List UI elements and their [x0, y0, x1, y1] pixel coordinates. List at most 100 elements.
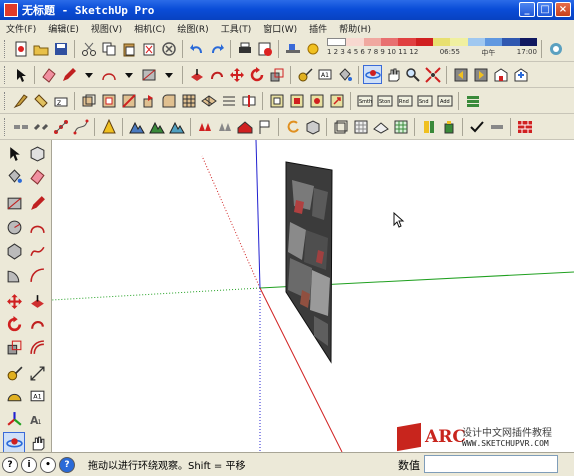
user-icon[interactable]: • — [40, 456, 56, 473]
share-model-icon[interactable] — [511, 65, 530, 84]
3d-warehouse-icon[interactable] — [546, 39, 565, 58]
terrain-stamp-icon[interactable] — [147, 117, 166, 136]
curve-tool-icon[interactable] — [283, 117, 302, 136]
grid-box-icon[interactable] — [351, 117, 370, 136]
link-tool-icon[interactable] — [31, 117, 50, 136]
menu-file[interactable]: 文件(F) — [6, 22, 36, 35]
menu-edit[interactable]: 编辑(E) — [48, 22, 79, 35]
rotate-tool-icon[interactable] — [247, 65, 266, 84]
tape-measure-icon[interactable] — [3, 362, 25, 384]
zoom-extents-icon[interactable] — [423, 65, 442, 84]
open-folder-icon[interactable] — [31, 39, 50, 58]
points-tool-icon[interactable] — [51, 117, 70, 136]
menu-draw[interactable]: 绘图(R) — [177, 22, 208, 35]
frame-arrow-icon[interactable] — [327, 91, 346, 110]
arc-tool-icon[interactable] — [99, 65, 118, 84]
previous-view-icon[interactable] — [451, 65, 470, 84]
curve-points-icon[interactable] — [71, 117, 90, 136]
layers-icon[interactable] — [463, 91, 482, 110]
offset-tool-icon[interactable] — [26, 336, 48, 358]
scale-tool-icon[interactable] — [3, 336, 25, 358]
paint-bucket-icon[interactable] — [335, 65, 354, 84]
wireframe-box-icon[interactable] — [331, 117, 350, 136]
cone-tool-icon[interactable] — [99, 117, 118, 136]
circle-tool-icon[interactable] — [3, 216, 25, 238]
save-icon[interactable] — [51, 39, 70, 58]
stone-button-icon[interactable]: Ston — [375, 91, 394, 110]
eraser-tool-icon[interactable] — [39, 65, 58, 84]
close-button[interactable]: × — [555, 2, 571, 17]
toolbar-grip[interactable] — [4, 39, 7, 58]
grid-tool-icon[interactable] — [179, 91, 198, 110]
3d-text-tool-icon[interactable]: A1 — [26, 408, 48, 430]
menu-plugins[interactable]: 插件 — [309, 22, 327, 35]
grid-surface-icon[interactable] — [371, 117, 390, 136]
flag-tool-icon[interactable] — [255, 117, 274, 136]
smooth-button-icon[interactable]: Smth — [355, 91, 374, 110]
add-button-icon[interactable]: Add — [435, 91, 454, 110]
push-pull-tool-icon[interactable] — [26, 290, 48, 312]
rectangle-tool-icon[interactable] — [3, 192, 25, 214]
scale-tool-icon[interactable] — [267, 65, 286, 84]
select-tool-icon[interactable] — [3, 142, 25, 164]
zoom-tool-icon[interactable] — [403, 65, 422, 84]
check-icon[interactable] — [467, 117, 486, 136]
material-tool-icon[interactable] — [419, 117, 438, 136]
frame-red-icon[interactable] — [287, 91, 306, 110]
follow-me-tool-icon[interactable] — [207, 65, 226, 84]
polygon-tool-icon[interactable] — [3, 240, 25, 262]
dropdown-arrow-icon[interactable] — [159, 65, 178, 84]
protractor-tool-icon[interactable] — [3, 385, 25, 407]
lines-tool-icon[interactable] — [219, 91, 238, 110]
text-tool-icon[interactable]: A1 — [26, 385, 48, 407]
cube-tool-icon[interactable] — [303, 117, 322, 136]
roof-tool-icon[interactable] — [235, 117, 254, 136]
next-view-icon[interactable] — [471, 65, 490, 84]
modeling-viewport[interactable]: ARC 设计中文网插件教程 WWW.SKETCHUPVR.COM — [52, 140, 574, 452]
credits-icon[interactable]: i — [21, 456, 37, 473]
arc-tool-icon[interactable] — [26, 216, 48, 238]
curve-tool-icon[interactable] — [26, 264, 48, 286]
shadow-settings-icon[interactable] — [303, 39, 322, 58]
menu-tools[interactable]: 工具(T) — [221, 22, 252, 35]
cut-icon[interactable] — [79, 39, 98, 58]
label-tool-icon[interactable]: Z — [51, 91, 70, 110]
push-pull-tool-icon[interactable] — [187, 65, 206, 84]
sand-button-icon[interactable]: Snd — [415, 91, 434, 110]
print-icon[interactable] — [235, 39, 254, 58]
get-models-icon[interactable] — [491, 65, 510, 84]
rectangle-tool-icon[interactable] — [139, 65, 158, 84]
sun-date-time-slider[interactable]: 1 2 3 4 5 6 7 8 9 10 11 12 06:55 中午 17:0… — [327, 37, 537, 60]
menu-window[interactable]: 窗口(W) — [263, 22, 297, 35]
dropdown-arrow-icon[interactable] — [79, 65, 98, 84]
copy-icon[interactable] — [99, 39, 118, 58]
menu-help[interactable]: 帮助(H) — [339, 22, 371, 35]
door-tool-icon[interactable] — [195, 117, 214, 136]
erase-icon[interactable] — [139, 39, 158, 58]
offset-face-icon[interactable] — [99, 91, 118, 110]
frame-circle-icon[interactable] — [307, 91, 326, 110]
text-tool-icon[interactable]: A1 — [315, 65, 334, 84]
material-bottle-icon[interactable] — [439, 117, 458, 136]
undo-icon[interactable] — [187, 39, 206, 58]
axes-tool-icon[interactable] — [3, 408, 25, 430]
make-component-icon[interactable] — [26, 142, 48, 164]
menu-camera[interactable]: 相机(C) — [134, 22, 165, 35]
brush-fill-icon[interactable] — [31, 91, 50, 110]
help-icon[interactable]: ? — [59, 456, 75, 473]
follow-me-tool-icon[interactable] — [26, 313, 48, 335]
box-component-icon[interactable] — [79, 91, 98, 110]
orbit-tool-icon[interactable] — [363, 65, 382, 84]
extrude-face-icon[interactable] — [139, 91, 158, 110]
paint-bucket-icon[interactable] — [3, 165, 25, 187]
redo-icon[interactable] — [207, 39, 226, 58]
chain-tool-icon[interactable] — [11, 117, 30, 136]
terrain-tool-icon[interactable] — [127, 117, 146, 136]
measurements-input[interactable] — [424, 455, 558, 473]
dropdown-arrow-icon[interactable] — [119, 65, 138, 84]
menu-view[interactable]: 视图(V) — [91, 22, 122, 35]
frame-tool-icon[interactable] — [267, 91, 286, 110]
pie-tool-icon[interactable] — [3, 264, 25, 286]
paste-icon[interactable] — [119, 39, 138, 58]
line-tool-icon[interactable] — [26, 192, 48, 214]
